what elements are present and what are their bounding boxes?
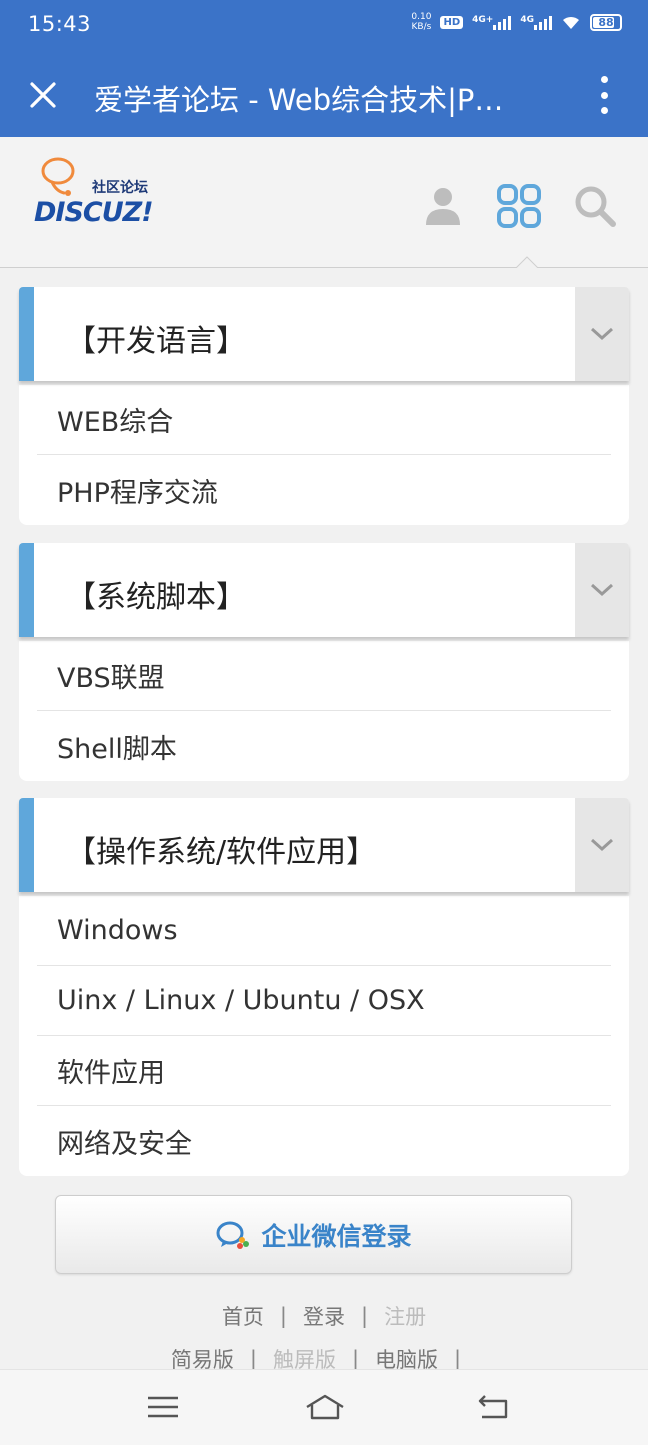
chevron-down-icon xyxy=(590,583,614,597)
logo-tagline: 社区论坛 xyxy=(92,180,148,196)
status-time: 15:43 xyxy=(28,12,92,36)
close-icon[interactable] xyxy=(28,80,58,110)
user-icon[interactable] xyxy=(420,183,466,229)
active-nav-pointer-icon xyxy=(516,256,538,268)
battery-level: 88 xyxy=(598,15,614,29)
group-header[interactable]: 【开发语言】 xyxy=(19,287,629,381)
forum-group-dev-languages: 【开发语言】 WEB综合 PHP程序交流 xyxy=(19,287,629,525)
menu-icon[interactable] xyxy=(145,1392,181,1422)
group-forum-list: WEB综合 PHP程序交流 xyxy=(19,385,629,525)
footer-links-row1: 首页 | 登录 | 注册 xyxy=(0,1301,648,1331)
footer-separator: | xyxy=(361,1304,369,1328)
collapse-toggle[interactable] xyxy=(575,798,629,892)
more-menu-icon[interactable] xyxy=(594,76,614,114)
footer-link-home[interactable]: 首页 xyxy=(222,1301,264,1331)
forum-item-web[interactable]: WEB综合 xyxy=(37,385,611,455)
wifi-icon xyxy=(563,16,579,29)
footer-separator: | xyxy=(249,1347,257,1371)
back-icon[interactable] xyxy=(476,1392,512,1422)
chevron-down-icon xyxy=(590,838,614,852)
chevron-down-icon xyxy=(590,327,614,341)
logo-bubble-icon xyxy=(41,157,75,196)
forum-item-network-security[interactable]: 网络及安全 xyxy=(37,1106,611,1176)
network-speed: 0.10 KB/s xyxy=(411,12,431,32)
browser-title-bar: 爱学者论坛 - Web综合技术|P… xyxy=(0,52,648,137)
logo-brand: DISCUZ! xyxy=(34,197,154,228)
forum-item-windows[interactable]: Windows xyxy=(37,896,611,966)
collapse-toggle[interactable] xyxy=(575,543,629,637)
sim1-label: 4G+ xyxy=(472,15,494,25)
forum-item-shell[interactable]: Shell脚本 xyxy=(37,711,611,781)
search-icon[interactable] xyxy=(572,183,618,229)
forum-group-os-software: 【操作系统/软件应用】 Windows Uinx / Linux / Ubunt… xyxy=(19,798,629,1176)
footer-link-login[interactable]: 登录 xyxy=(303,1301,345,1331)
hd-badge: HD xyxy=(440,15,464,29)
discuz-logo[interactable]: 社区论坛 DISCUZ! xyxy=(34,155,174,228)
page-title: 爱学者论坛 - Web综合技术|P… xyxy=(94,83,504,117)
group-forum-list: Windows Uinx / Linux / Ubuntu / OSX 软件应用… xyxy=(19,896,629,1176)
network-speed-unit: KB/s xyxy=(411,22,432,32)
forum-item-php[interactable]: PHP程序交流 xyxy=(37,455,611,525)
group-title: 【系统脚本】 xyxy=(66,580,246,615)
collapse-toggle[interactable] xyxy=(575,287,629,381)
wecom-login-button[interactable]: 企业微信登录 xyxy=(55,1195,572,1274)
group-forum-list: VBS联盟 Shell脚本 xyxy=(19,641,629,781)
system-navigation-bar xyxy=(0,1369,648,1445)
footer-separator: | xyxy=(454,1347,462,1371)
forum-item-unix-linux[interactable]: Uinx / Linux / Ubuntu / OSX xyxy=(37,966,611,1036)
wecom-login-label: 企业微信登录 xyxy=(261,1221,412,1251)
forum-item-vbs[interactable]: VBS联盟 xyxy=(37,641,611,711)
signal-icon-sim2: 4G xyxy=(520,14,552,30)
group-title: 【开发语言】 xyxy=(66,324,246,359)
wecom-icon xyxy=(216,1221,250,1249)
forum-group-system-scripts: 【系统脚本】 VBS联盟 Shell脚本 xyxy=(19,543,629,781)
network-speed-value: 0.10 xyxy=(411,12,432,22)
footer-separator: | xyxy=(279,1304,287,1328)
group-header[interactable]: 【操作系统/软件应用】 xyxy=(19,798,629,892)
header-actions xyxy=(420,183,618,229)
status-indicators: 0.10 KB/s HD 4G+ 4G 88 xyxy=(411,12,622,32)
battery-icon: 88 xyxy=(590,13,622,31)
forum-grid-icon[interactable] xyxy=(496,183,542,229)
footer-link-register[interactable]: 注册 xyxy=(384,1301,426,1331)
group-header[interactable]: 【系统脚本】 xyxy=(19,543,629,637)
status-bar: 15:43 0.10 KB/s HD 4G+ 4G 88 xyxy=(0,0,648,52)
sim2-label: 4G xyxy=(520,15,534,25)
footer-separator: | xyxy=(351,1347,360,1371)
home-icon[interactable] xyxy=(304,1392,346,1422)
signal-icon-sim1: 4G+ xyxy=(472,14,512,30)
group-title: 【操作系统/软件应用】 xyxy=(66,835,377,870)
forum-item-software[interactable]: 软件应用 xyxy=(37,1036,611,1106)
site-header: 社区论坛 DISCUZ! xyxy=(0,137,648,268)
